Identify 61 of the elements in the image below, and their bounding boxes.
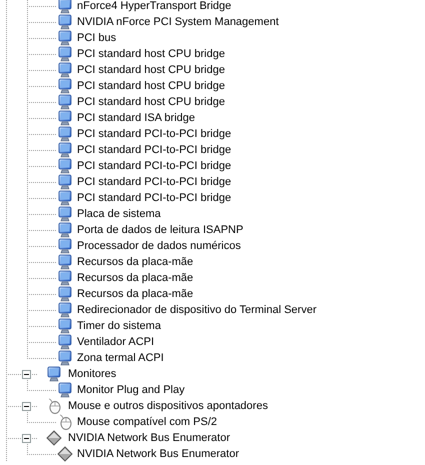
computer-icon [57, 142, 73, 158]
device-label[interactable]: Timer do sistema [75, 319, 163, 333]
collapse-toggle[interactable] [22, 402, 31, 410]
device-label[interactable]: NVIDIA nForce PCI System Management [75, 15, 281, 29]
device-label[interactable]: Monitor Plug and Play [75, 383, 187, 397]
device-label[interactable]: PCI standard PCI-to-PCI bridge [75, 175, 234, 189]
computer-icon [46, 366, 62, 382]
device-label[interactable]: PCI standard host CPU bridge [75, 95, 227, 109]
device-label[interactable]: Porta de dados de leitura ISAPNP [75, 223, 246, 237]
device-label[interactable]: PCI standard host CPU bridge [75, 47, 227, 61]
diamond-icon [46, 430, 62, 446]
device-label[interactable]: Processador de dados numéricos [75, 239, 243, 253]
computer-icon [57, 190, 73, 206]
computer-icon [57, 110, 73, 126]
device-label[interactable]: Recursos da placa-mãe [75, 271, 196, 285]
diamond-icon [57, 446, 73, 462]
mouse-icon [46, 398, 62, 414]
computer-icon [57, 334, 73, 350]
category-label[interactable]: Monitores [66, 367, 118, 381]
computer-icon [57, 30, 73, 46]
computer-icon [57, 94, 73, 110]
device-label[interactable]: PCI standard PCI-to-PCI bridge [75, 159, 234, 173]
category-label[interactable]: Mouse e outros dispositivos apontadores [66, 399, 270, 413]
device-label[interactable]: nForce4 HyperTransport Bridge [75, 0, 234, 13]
computer-icon [57, 350, 73, 366]
computer-icon [57, 78, 73, 94]
device-label[interactable]: Zona termal ACPI [75, 351, 166, 365]
device-label[interactable]: PCI standard PCI-to-PCI bridge [75, 143, 234, 157]
device-label[interactable]: PCI standard PCI-to-PCI bridge [75, 127, 234, 141]
computer-icon [57, 382, 73, 398]
computer-icon [57, 62, 73, 78]
computer-icon [57, 318, 73, 334]
device-label[interactable]: Mouse compatível com PS/2 [75, 415, 220, 429]
device-label[interactable]: PCI standard ISA bridge [75, 111, 198, 125]
device-label[interactable]: PCI standard host CPU bridge [75, 63, 227, 77]
computer-icon [57, 302, 73, 318]
computer-icon [57, 254, 73, 270]
device-label[interactable]: Redirecionador de dispositivo do Terminal Server [75, 303, 318, 317]
device-label[interactable]: Ventilador ACPI [75, 335, 156, 349]
category-label[interactable]: NVIDIA Network Bus Enumerator [66, 431, 232, 445]
computer-icon [57, 270, 73, 286]
computer-icon [57, 158, 73, 174]
computer-icon [57, 222, 73, 238]
computer-icon [57, 174, 73, 190]
computer-icon [57, 0, 73, 14]
computer-icon [57, 126, 73, 142]
device-label[interactable]: Placa de sistema [75, 207, 163, 221]
computer-icon [57, 286, 73, 302]
computer-icon [57, 46, 73, 62]
collapse-toggle[interactable] [22, 370, 31, 378]
device-label[interactable]: Recursos da placa-mãe [75, 287, 196, 301]
collapse-toggle[interactable] [22, 434, 31, 442]
device-label[interactable]: PCI standard PCI-to-PCI bridge [75, 191, 234, 205]
mouse-icon [57, 414, 73, 430]
device-label[interactable]: PCI standard host CPU bridge [75, 79, 227, 93]
computer-icon [57, 14, 73, 30]
computer-icon [57, 206, 73, 222]
device-label[interactable]: PCI bus [75, 31, 118, 45]
computer-icon [57, 238, 73, 254]
device-label[interactable]: NVIDIA Network Bus Enumerator [75, 447, 242, 461]
device-label[interactable]: Recursos da placa-mãe [75, 255, 196, 269]
